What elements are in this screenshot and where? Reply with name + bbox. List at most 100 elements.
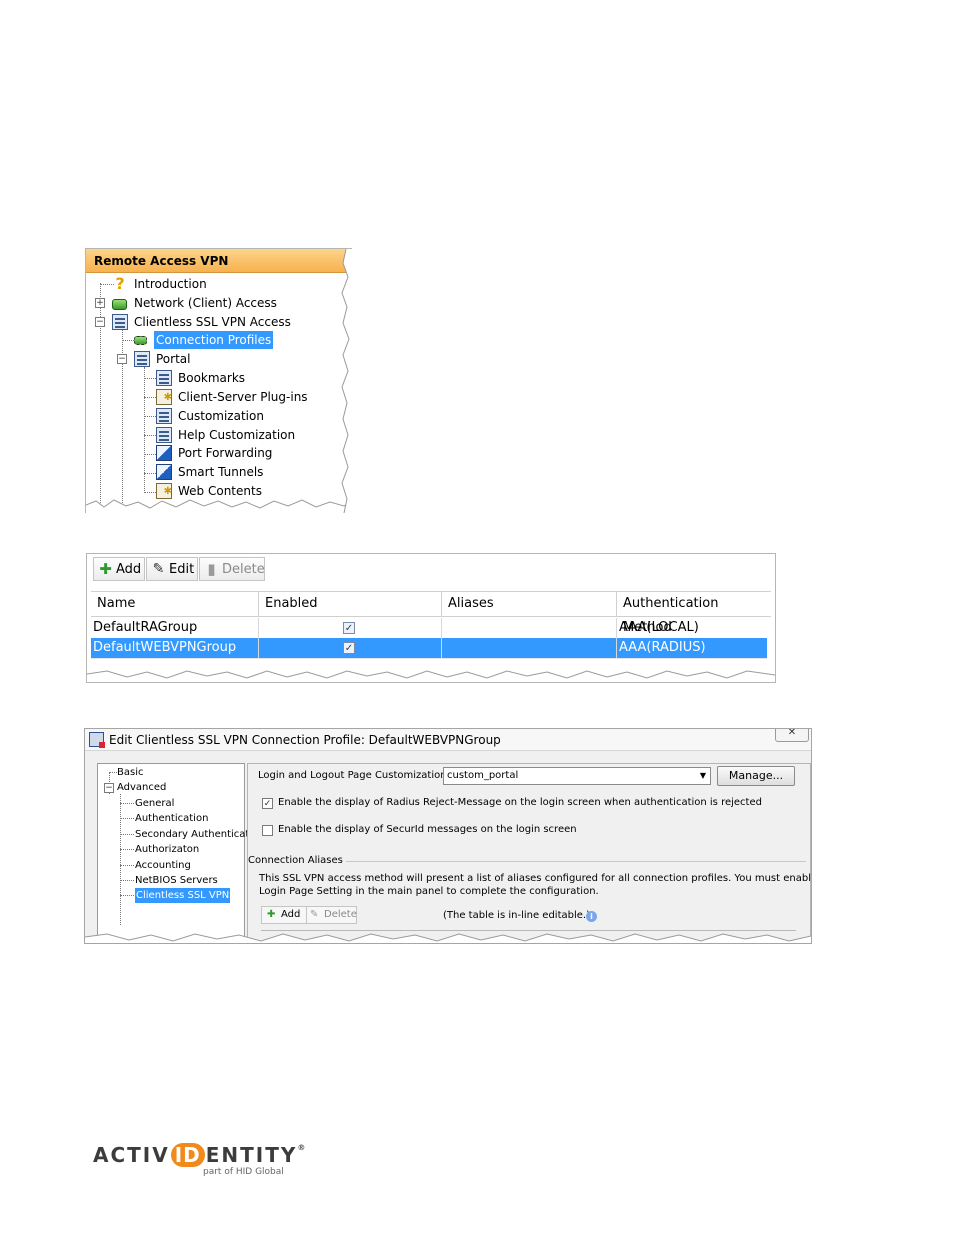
nav-item-general[interactable]: General bbox=[135, 796, 174, 811]
customization-label: Login and Logout Page Customization: bbox=[258, 770, 450, 781]
radius-reject-label: Enable the display of Radius Reject-Mess… bbox=[278, 797, 762, 808]
tree-connector bbox=[144, 367, 145, 493]
dialog-title: Edit Clientless SSL VPN Connection Profi… bbox=[109, 733, 501, 747]
add-button[interactable]: ✚ Add bbox=[93, 557, 145, 581]
logo-subtitle: part of HID Global bbox=[203, 1167, 284, 1177]
tree-connector bbox=[144, 378, 156, 379]
trash-icon: ▮ bbox=[207, 560, 216, 578]
edit-connection-profile-dialog: Edit Clientless SSL VPN Connection Profi… bbox=[84, 728, 812, 944]
cell-name: DefaultWEBVPNGroup bbox=[91, 638, 259, 658]
section-divider bbox=[338, 861, 806, 862]
aliases-description-2: Login Page Setting in the main panel to … bbox=[259, 886, 599, 897]
aliases-description-1: This SSL VPN access method will present … bbox=[259, 873, 812, 884]
alias-add-button[interactable]: ✚ Add bbox=[263, 907, 305, 923]
inline-edit-note: (The table is in-line editable.) bbox=[443, 910, 590, 921]
table-row[interactable]: DefaultRAGroup ✓ AAA(LOCAL) bbox=[91, 618, 767, 639]
tree-connector bbox=[122, 340, 134, 341]
info-icon[interactable]: i bbox=[586, 911, 597, 922]
question-icon: ? bbox=[115, 274, 125, 293]
customization-select[interactable]: custom_portal ▼ bbox=[443, 767, 711, 785]
nav-item-authentication[interactable]: Authentication bbox=[135, 811, 208, 826]
cell-aliases bbox=[442, 618, 617, 638]
tree-connector bbox=[144, 492, 156, 493]
connection-aliases-heading: Connection Aliases bbox=[248, 854, 346, 868]
tree-connector bbox=[144, 473, 156, 474]
delete-button[interactable]: ▮ Delete bbox=[199, 557, 265, 581]
dialog-title-bar: Edit Clientless SSL VPN Connection Profi… bbox=[85, 729, 811, 751]
tree-connector bbox=[120, 834, 134, 835]
column-header-name[interactable]: Name bbox=[91, 592, 259, 616]
securid-checkbox[interactable] bbox=[262, 825, 273, 836]
cell-auth-method: AAA(LOCAL) bbox=[619, 620, 699, 635]
nav-item-authorization[interactable]: Authorizaton bbox=[135, 842, 199, 857]
plus-icon: ✚ bbox=[267, 909, 276, 920]
tree-connector bbox=[120, 895, 134, 896]
plus-icon: ✚ bbox=[99, 560, 112, 578]
column-header-aliases[interactable]: Aliases bbox=[442, 592, 617, 616]
alias-delete-button[interactable]: ✎ Delete bbox=[306, 907, 357, 923]
enabled-checkbox[interactable]: ✓ bbox=[343, 622, 355, 634]
plug-icon bbox=[112, 299, 127, 310]
tree-connector bbox=[120, 794, 121, 925]
plug-icon bbox=[134, 336, 147, 345]
tree-connector bbox=[120, 818, 134, 819]
tree-connector bbox=[109, 772, 117, 773]
edit-icon: ✎ bbox=[152, 561, 165, 577]
chevron-down-icon: ▼ bbox=[699, 771, 706, 780]
list-icon bbox=[156, 427, 172, 443]
collapse-toggle[interactable]: − bbox=[95, 317, 105, 327]
nav-item-basic[interactable]: Basic bbox=[117, 765, 143, 780]
nav-item-secondary-authentication[interactable]: Secondary Authenticat bbox=[135, 827, 249, 842]
tree-connector bbox=[144, 416, 156, 417]
close-icon[interactable]: ✕ bbox=[775, 729, 809, 742]
torn-edge bbox=[85, 933, 811, 943]
dialog-main-panel: Login and Logout Page Customization: cus… bbox=[247, 763, 812, 943]
list-icon bbox=[156, 370, 172, 386]
torn-edge bbox=[86, 499, 352, 513]
collapse-toggle[interactable]: − bbox=[104, 783, 114, 793]
dialog-nav-tree: − Basic Advanced General Authentication … bbox=[97, 763, 249, 943]
actividentity-logo: ACTIV ID ENTITY® part of HID Global bbox=[93, 1143, 308, 1177]
aliases-toolbar: ✚ Add ✎ Delete bbox=[261, 906, 357, 924]
tree-connector bbox=[144, 397, 156, 398]
nav-item-accounting[interactable]: Accounting bbox=[135, 858, 191, 873]
cell-enabled: ✓ bbox=[259, 618, 442, 638]
grid-folder-icon bbox=[134, 351, 150, 367]
torn-edge bbox=[87, 670, 775, 682]
tree-connector bbox=[120, 803, 134, 804]
column-header-enabled[interactable]: Enabled bbox=[259, 592, 442, 616]
arrow-icon bbox=[156, 464, 172, 480]
edit-icon: ✎ bbox=[310, 909, 319, 920]
arrow-icon bbox=[156, 445, 172, 461]
tree-connector bbox=[120, 865, 134, 866]
manage-button[interactable]: Manage... bbox=[717, 766, 795, 786]
expand-toggle[interactable]: + bbox=[95, 298, 105, 308]
tree-connector bbox=[144, 454, 156, 455]
tree-connector bbox=[144, 435, 156, 436]
cell-enabled: ✓ bbox=[259, 638, 442, 658]
tree-connector bbox=[120, 880, 134, 881]
connection-profiles-table-panel: ✚ Add ✎ Edit ▮ Delete Name Enabled Alias… bbox=[86, 553, 776, 683]
list-icon bbox=[156, 408, 172, 424]
tree-connector bbox=[120, 849, 134, 850]
cell-aliases bbox=[442, 638, 617, 658]
plugin-star-icon bbox=[156, 389, 172, 407]
radius-reject-checkbox[interactable]: ✓ bbox=[262, 798, 273, 809]
nav-item-clientless-ssl-vpn[interactable]: Clientless SSL VPN bbox=[135, 888, 231, 903]
cell-auth-method: AAA(RADIUS) bbox=[619, 640, 706, 655]
cell-name: DefaultRAGroup bbox=[91, 618, 259, 638]
column-header-auth-method[interactable]: Authentication Method bbox=[617, 592, 771, 635]
torn-edge bbox=[341, 249, 352, 513]
tree-header: Remote Access VPN bbox=[86, 249, 352, 273]
app-icon bbox=[89, 732, 105, 748]
navigation-tree-panel: Remote Access VPN + − − ? Introduction N… bbox=[85, 248, 352, 513]
securid-label: Enable the display of SecurId messages o… bbox=[278, 824, 577, 835]
grid-folder-icon bbox=[112, 314, 128, 330]
nav-item-advanced[interactable]: Advanced bbox=[117, 780, 166, 795]
nav-item-netbios-servers[interactable]: NetBIOS Servers bbox=[135, 873, 218, 888]
table-row-selected[interactable]: DefaultWEBVPNGroup ✓ AAA(RADIUS) bbox=[91, 638, 767, 659]
collapse-toggle[interactable]: − bbox=[117, 354, 127, 364]
edit-button[interactable]: ✎ Edit bbox=[146, 557, 198, 581]
enabled-checkbox[interactable]: ✓ bbox=[343, 642, 355, 654]
table-header: Name Enabled Aliases Authentication Meth… bbox=[91, 591, 771, 635]
